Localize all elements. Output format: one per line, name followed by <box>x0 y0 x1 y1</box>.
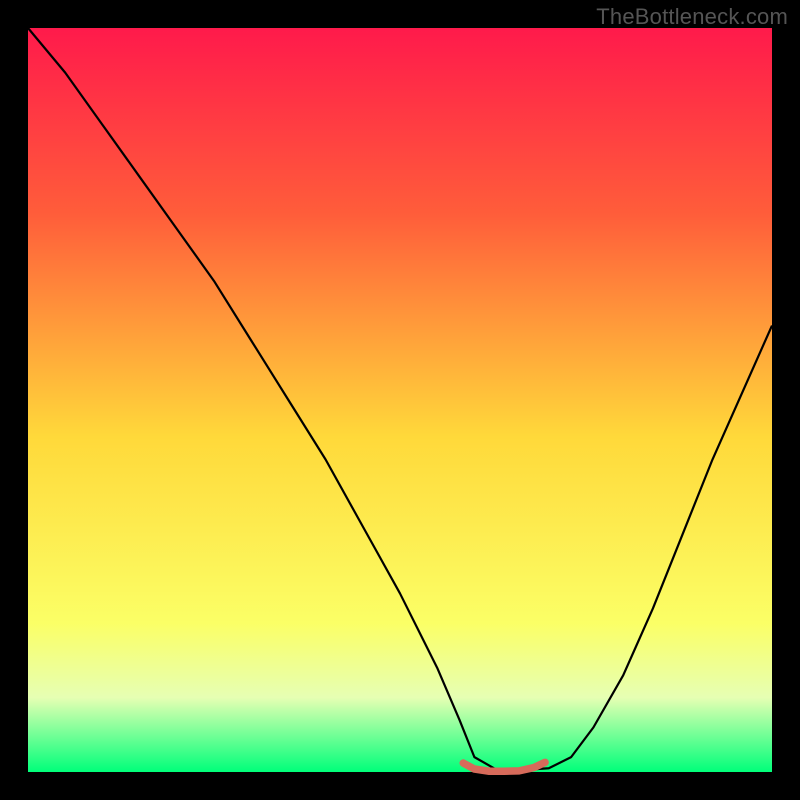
bottleneck-chart <box>0 0 800 800</box>
watermark-text: TheBottleneck.com <box>596 4 788 30</box>
chart-container: TheBottleneck.com <box>0 0 800 800</box>
chart-gradient-bg <box>28 28 772 772</box>
